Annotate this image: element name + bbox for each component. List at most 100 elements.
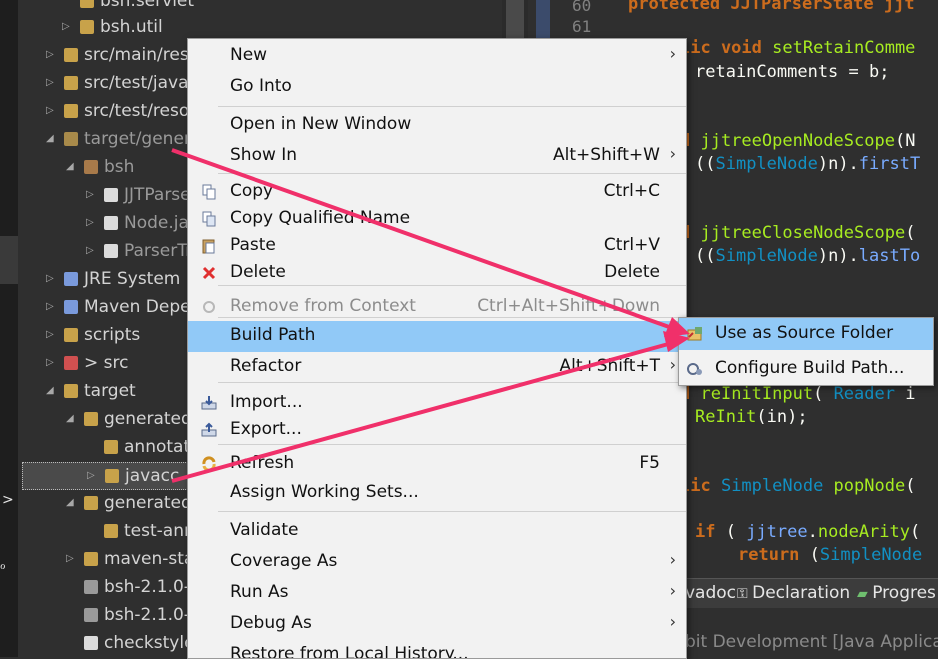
tree-item-icon	[84, 412, 98, 426]
tree-collapsed-icon[interactable]: ▷	[87, 463, 99, 489]
delete-icon	[202, 266, 216, 280]
tree-collapsed-icon[interactable]: ▷	[66, 546, 78, 572]
tree-expanded-icon[interactable]: ◢	[66, 490, 78, 516]
menu-item-shortcut: Ctrl+Alt+Shift+Down	[477, 296, 660, 316]
menu-item-delete[interactable]: Delete Delete	[188, 258, 686, 289]
menu-item-show-in[interactable]: Show In Alt+Shift+W ›	[188, 141, 686, 172]
menu-item-open-in-new-window[interactable]: Open in New Window	[188, 110, 686, 141]
menu-item-use-as-source-folder[interactable]: Use as Source Folder	[679, 318, 933, 350]
import-icon	[201, 396, 217, 410]
menu-item-label: Copy	[230, 181, 274, 201]
menu-item-label: Paste	[230, 235, 276, 255]
bottom-panel-content: bit Development [Java Applicatio	[685, 608, 938, 657]
tree-expanded-icon[interactable]: ◢	[66, 154, 78, 180]
progress-icon: ▰	[857, 586, 873, 602]
tree-item-icon	[84, 608, 98, 622]
menu-item-shortcut: Alt+Shift+T	[559, 356, 660, 376]
tab-declaration[interactable]: ⚿ Declaration	[737, 583, 850, 603]
tree-collapsed-icon[interactable]: ▷	[46, 322, 58, 348]
submenu-chevron-icon: ›	[669, 355, 676, 374]
tree-collapsed-icon[interactable]: ▷	[46, 266, 58, 292]
remove-from-context-icon	[203, 301, 215, 313]
menu-item-remove-from-context[interactable]: Remove from Context Ctrl+Alt+Shift+Down	[188, 292, 686, 323]
tree-item-icon	[64, 104, 78, 118]
copy-qualified-name-icon	[202, 211, 216, 227]
tree-item-icon	[104, 440, 118, 454]
menu-item-restore-from-local-history[interactable]: Restore from Local History...	[188, 640, 686, 658]
menu-separator	[218, 173, 686, 174]
tree-expanded-icon[interactable]: ◢	[66, 406, 78, 432]
code-line: retainComments = b;	[695, 62, 890, 82]
menu-item-assign-working-sets[interactable]: Assign Working Sets...	[188, 478, 686, 509]
strip-marker-icon: ℴ	[0, 558, 6, 572]
submenu-chevron-icon: ›	[669, 144, 676, 163]
refresh-icon	[202, 456, 216, 472]
tree-collapsed-icon[interactable]: ▷	[46, 294, 58, 320]
tree-item-label: scripts	[84, 325, 141, 345]
menu-item-label: Delete	[230, 262, 286, 282]
tree-item-label: test-ann	[124, 521, 195, 541]
tree-item-label: Maven Depe	[84, 297, 191, 317]
tree-item-label: src/test/reso	[84, 101, 190, 121]
menu-item-label: Coverage As	[230, 551, 338, 571]
menu-item-refresh[interactable]: Refresh F5	[188, 449, 686, 480]
tree-item-icon	[64, 384, 78, 398]
export-icon	[201, 422, 217, 437]
tree-collapsed-icon[interactable]: ▷	[46, 350, 58, 376]
menu-item-label: Go Into	[230, 76, 292, 96]
tree-collapsed-icon[interactable]: ▷	[46, 42, 58, 68]
tree-item-icon	[64, 356, 78, 370]
menu-item-configure-build-path[interactable]: Configure Build Path...	[679, 353, 933, 385]
tab-javadoc[interactable]: vadoc	[685, 583, 736, 603]
configure-build-path-icon	[687, 363, 702, 375]
paste-icon	[202, 239, 215, 254]
tree-item-icon	[80, 20, 94, 34]
tree-item-label: generated	[104, 493, 192, 513]
menu-item-coverage-as[interactable]: Coverage As ›	[188, 547, 686, 578]
code-line: ReInit(in);	[695, 407, 808, 427]
menu-item-debug-as[interactable]: Debug As ›	[188, 609, 686, 640]
tab-progress[interactable]: ▰ Progres	[857, 583, 936, 603]
code-line: protected JJTParserState jjt	[628, 0, 915, 14]
tree-item-label: src/main/reso	[84, 45, 200, 65]
tree-item-label: bsh-2.1.0-	[104, 605, 190, 625]
tree-item-icon	[80, 0, 94, 8]
tree-item[interactable]: ▷ javacc	[22, 462, 198, 490]
menu-item-label: Import...	[230, 392, 303, 412]
tree-item-label: target/gener	[84, 129, 191, 149]
menu-item-label: Show In	[230, 145, 298, 165]
tree-expanded-icon[interactable]: ◢	[46, 378, 58, 404]
tree-expanded-icon[interactable]: ◢	[46, 126, 58, 152]
menu-item-label: Refactor	[230, 356, 302, 376]
tree-item-icon	[84, 496, 98, 510]
tree-collapsed-icon[interactable]: ▷	[62, 14, 74, 40]
chevron-right-icon[interactable]: >	[2, 492, 14, 508]
tree-item-label: target	[84, 381, 136, 401]
tree-collapsed-icon[interactable]: ▷	[86, 210, 98, 236]
menu-item-run-as[interactable]: Run As ›	[188, 578, 686, 609]
tree-item[interactable]: bsh.servlet	[18, 0, 498, 14]
tree-item-icon	[64, 328, 78, 342]
menu-separator	[218, 106, 686, 107]
tree-collapsed-icon[interactable]: ▷	[86, 182, 98, 208]
tree-item-icon	[64, 300, 78, 314]
tree-item-label: src/test/java	[84, 73, 189, 93]
tree-collapsed-icon[interactable]: ▷	[46, 70, 58, 96]
menu-item-go-into[interactable]: Go Into	[188, 72, 686, 103]
code-line: ((SimpleNode)n).firstT	[695, 154, 921, 174]
menu-item-export[interactable]: Export...	[188, 415, 686, 446]
declaration-icon: ⚿	[737, 586, 753, 602]
menu-item-validate[interactable]: Validate	[188, 516, 686, 547]
menu-item-refactor[interactable]: Refactor Alt+Shift+T ›	[188, 352, 686, 383]
tree-item[interactable]: ▷ bsh.util	[18, 14, 498, 40]
line-number: 60	[572, 0, 592, 15]
menu-item-label: Configure Build Path...	[715, 358, 905, 378]
tree-item-label: > src	[84, 353, 129, 373]
tree-collapsed-icon[interactable]: ▷	[46, 98, 58, 124]
tree-item-label: JRE System L	[84, 269, 196, 289]
menu-item-build-path[interactable]: Build Path ›	[188, 321, 686, 352]
tree-collapsed-icon[interactable]: ▷	[86, 238, 98, 264]
tree-item-label: bsh.util	[100, 17, 163, 37]
tree-item-icon	[64, 132, 78, 146]
menu-item-new[interactable]: New ›	[188, 41, 686, 72]
